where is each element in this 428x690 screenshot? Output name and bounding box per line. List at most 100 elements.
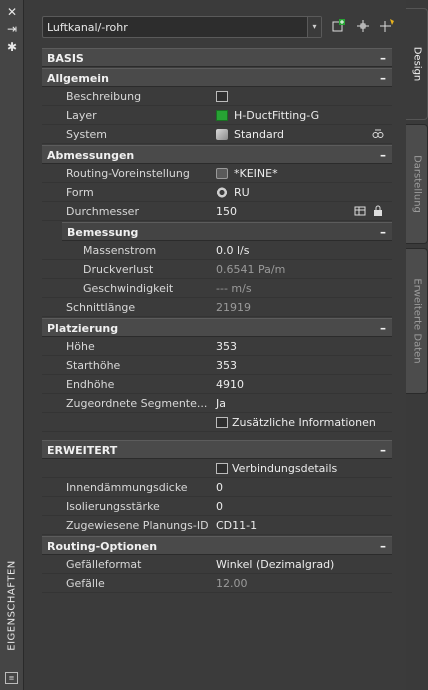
collapse-icon[interactable]: – <box>380 539 386 553</box>
prop-value: RU <box>234 186 250 199</box>
quick-select-icon[interactable] <box>378 18 396 36</box>
object-type-dropdown[interactable]: Luftkanal/-rohr ▾ <box>42 16 322 38</box>
size-table-icon[interactable] <box>354 205 366 217</box>
prop-value[interactable]: Winkel (Dezimalgrad) <box>216 558 334 571</box>
connection-details-icon[interactable] <box>216 463 228 474</box>
toggle-pickadd-icon[interactable] <box>330 18 348 36</box>
prop-row-form[interactable]: Form RU <box>42 183 392 202</box>
collapse-icon[interactable]: – <box>380 443 386 457</box>
tab-design[interactable]: Design <box>406 8 428 120</box>
system-selector-icon[interactable] <box>372 128 384 140</box>
prop-value: --- m/s <box>216 282 252 295</box>
settings-icon[interactable]: ✱ <box>5 40 19 54</box>
system-icon <box>216 129 228 140</box>
tab-label: Darstellung <box>411 155 422 213</box>
section-label: Bemessung <box>67 226 139 239</box>
close-icon[interactable]: ✕ <box>5 5 19 19</box>
tab-label: Erweiterte Daten <box>411 278 422 364</box>
prop-value[interactable]: 0 <box>216 481 223 494</box>
section-label: BASIS <box>47 52 84 65</box>
prop-row-verbindung[interactable]: Verbindungsdetails <box>42 459 392 478</box>
lock-icon[interactable] <box>372 205 384 217</box>
prop-row-hoehe[interactable]: Höhe 353 <box>42 337 392 356</box>
section-basis[interactable]: BASIS – <box>42 48 392 67</box>
prop-label: Höhe <box>66 340 95 353</box>
prop-row-innendaemmung[interactable]: Innendämmungsdicke 0 <box>42 478 392 497</box>
prop-value[interactable]: CD11-1 <box>216 519 257 532</box>
section-platzierung[interactable]: Platzierung – <box>42 318 392 337</box>
prop-value: 21919 <box>216 301 251 314</box>
chevron-down-icon[interactable]: ▾ <box>307 17 321 37</box>
palette-title-strip: ✕ ⇥ ✱ EIGENSCHAFTEN ≡ <box>0 0 24 690</box>
prop-row-layer[interactable]: Layer H-DuctFitting-G <box>42 106 392 125</box>
prop-value[interactable]: 0 <box>216 500 223 513</box>
prop-label: Durchmesser <box>66 205 139 218</box>
tab-erweiterte-daten[interactable]: Erweiterte Daten <box>406 248 428 394</box>
tab-darstellung[interactable]: Darstellung <box>406 124 428 244</box>
collapse-icon[interactable]: – <box>380 321 386 335</box>
prop-value: *KEINE* <box>234 167 278 180</box>
prop-value[interactable]: 150 <box>216 205 237 218</box>
properties-panel: Luftkanal/-rohr ▾ BASIS – Allgemein – Be… <box>24 0 406 690</box>
prop-row-isolierung[interactable]: Isolierungsstärke 0 <box>42 497 392 516</box>
prop-row-durchmesser[interactable]: Durchmesser 150 <box>42 202 392 221</box>
layer-color-swatch <box>216 110 228 121</box>
section-abmessungen[interactable]: Abmessungen – <box>42 145 392 164</box>
select-objects-icon[interactable] <box>354 18 372 36</box>
additional-info-link[interactable]: Zusätzliche Informationen <box>232 416 376 429</box>
prop-label: Isolierungsstärke <box>66 500 160 513</box>
prop-row-geschwindigkeit[interactable]: Geschwindigkeit --- m/s <box>42 279 392 298</box>
prop-value[interactable]: 0.0 l/s <box>216 244 249 257</box>
collapse-icon[interactable]: – <box>380 51 386 65</box>
palette-tabs: Design Darstellung Erweiterte Daten <box>406 0 428 690</box>
prop-value[interactable]: 353 <box>216 359 237 372</box>
prop-value: 12.00 <box>216 577 248 590</box>
section-allgemein[interactable]: Allgemein – <box>42 68 392 87</box>
prop-row-segmente[interactable]: Zugeordnete Segmente... Ja <box>42 394 392 413</box>
collapse-icon[interactable]: – <box>380 71 386 85</box>
prop-row-system[interactable]: System Standard <box>42 125 392 144</box>
collapse-icon[interactable]: – <box>380 148 386 162</box>
prop-value[interactable]: 353 <box>216 340 237 353</box>
prop-value[interactable]: 4910 <box>216 378 244 391</box>
prop-row-routing-preset[interactable]: Routing-Voreinstellung *KEINE* <box>42 164 392 183</box>
additional-info-icon[interactable] <box>216 417 228 428</box>
prop-label: Gefälleformat <box>66 558 142 571</box>
section-routing-optionen[interactable]: Routing-Optionen – <box>42 536 392 555</box>
tab-label: Design <box>411 46 422 82</box>
section-erweitert[interactable]: ERWEITERT – <box>42 440 392 459</box>
description-list-icon[interactable] <box>216 91 228 102</box>
prop-value: H-DuctFitting-G <box>234 109 320 122</box>
autohide-icon[interactable]: ⇥ <box>5 22 19 36</box>
prop-row-druckverlust[interactable]: Druckverlust 0.6541 Pa/m <box>42 260 392 279</box>
prop-label: Zugewiesene Planungs-ID <box>66 519 209 532</box>
connection-details-link[interactable]: Verbindungsdetails <box>232 462 337 475</box>
prop-label: Form <box>66 186 94 199</box>
section-label: Abmessungen <box>47 149 135 162</box>
prop-row-gefaelle[interactable]: Gefälle 12.00 <box>42 574 392 593</box>
section-label: Allgemein <box>47 72 109 85</box>
prop-row-beschreibung[interactable]: Beschreibung <box>42 87 392 106</box>
prop-label: Routing-Voreinstellung <box>66 167 190 180</box>
prop-row-planungs-id[interactable]: Zugewiesene Planungs-ID CD11-1 <box>42 516 392 535</box>
prop-row-schnittlaenge[interactable]: Schnittlänge 21919 <box>42 298 392 317</box>
properties-icon[interactable]: ≡ <box>5 672 18 684</box>
prop-label: Zugeordnete Segmente... <box>66 397 208 410</box>
collapse-icon[interactable]: – <box>380 225 386 239</box>
prop-row-starthoehe[interactable]: Starthöhe 353 <box>42 356 392 375</box>
prop-label: System <box>66 128 108 141</box>
prop-label: Geschwindigkeit <box>83 282 174 295</box>
prop-row-gefaelleformat[interactable]: Gefälleformat Winkel (Dezimalgrad) <box>42 555 392 574</box>
prop-label: Layer <box>66 109 97 122</box>
prop-value[interactable]: Ja <box>216 397 226 410</box>
prop-label: Innendämmungsdicke <box>66 481 188 494</box>
prop-row-zusaetzlich[interactable]: Zusätzliche Informationen <box>42 413 392 432</box>
routing-preset-icon <box>216 168 228 179</box>
prop-row-endhoehe[interactable]: Endhöhe 4910 <box>42 375 392 394</box>
palette-title: EIGENSCHAFTEN <box>6 560 18 651</box>
object-type-value: Luftkanal/-rohr <box>47 21 128 34</box>
section-bemessung[interactable]: Bemessung – <box>62 222 392 241</box>
prop-row-massenstrom[interactable]: Massenstrom 0.0 l/s <box>42 241 392 260</box>
section-label: Platzierung <box>47 322 119 335</box>
property-grid: BASIS – Allgemein – Beschreibung Layer H… <box>42 48 392 593</box>
